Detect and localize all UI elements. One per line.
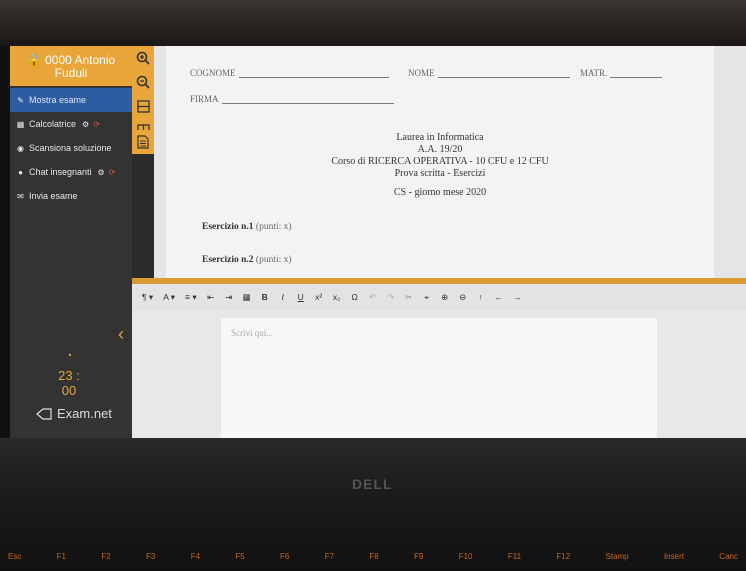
special-char-button[interactable]: Ω [351, 292, 359, 302]
sidebar-item-label: Invia esame [29, 191, 78, 201]
timer: 23 : 00 [58, 368, 80, 398]
sidebar-item-label: Chat insegnanti [29, 167, 92, 177]
firma-field: FIRMA [190, 94, 394, 104]
superscript-button[interactable]: x² [315, 292, 323, 302]
key-f6: F6 [280, 552, 290, 561]
editor-placeholder: Scrivi qui... [231, 328, 273, 338]
settings-icon[interactable]: ⚙ [82, 120, 89, 129]
clock-icon: ◔ [65, 350, 73, 362]
table-button[interactable]: ▦ [243, 292, 251, 303]
zoom-in-icon[interactable] [132, 46, 154, 70]
align-button[interactable]: ≡ ▾ [185, 292, 197, 303]
refresh-icon[interactable]: ⟳ [109, 168, 116, 177]
arrow-right-button[interactable]: → [513, 292, 522, 302]
exam-document: COGNOME NOME MATR. FIRMA Laurea in Infor… [166, 46, 714, 278]
function-key-row: Esc F1 F2 F3 F4 F5 F6 F7 F8 F9 F10 F11 F… [0, 552, 746, 561]
exercise-1: Esercizio n.1 (punti: x) [202, 222, 292, 232]
matr-field: MATR. [580, 68, 663, 78]
header-line: Prova scritta - Esercizi [394, 168, 486, 179]
indent-button[interactable]: ⇥ [225, 292, 233, 303]
undo-button[interactable]: ↶ [369, 292, 377, 303]
sidebar-item-chat[interactable]: ● Chat insegnanti ⚙ ⟳ [10, 160, 132, 184]
document-viewer: COGNOME NOME MATR. FIRMA Laurea in Infor… [154, 46, 746, 278]
key-f1: F1 [56, 552, 67, 561]
key-f12: F12 [556, 552, 571, 561]
redo-button[interactable]: ↷ [387, 292, 395, 303]
key-f10: F10 [458, 552, 473, 561]
cut-button[interactable]: ✂ [405, 292, 413, 303]
sidebar-item-label: Mostra esame [29, 95, 87, 105]
user-name: 0000 Antonio Fuduli [45, 53, 116, 80]
header-line: Laurea in Informatica [396, 132, 484, 143]
sidebar-item-calcolatrice[interactable]: ▦ Calcolatrice ⚙ ⟳ [10, 112, 132, 136]
key-f2: F2 [101, 552, 111, 561]
key-f8: F8 [369, 552, 379, 561]
zoom-in-editor-button[interactable]: ⊕ [441, 292, 449, 303]
sidebar-item-invia[interactable]: ✉ Invia esame [10, 184, 132, 208]
underline-button[interactable]: U [297, 292, 305, 302]
subscript-button[interactable]: x₂ [333, 292, 341, 302]
exercise-2: Esercizio n.2 (punti: x) [202, 255, 292, 265]
cognome-field: COGNOME [190, 68, 389, 78]
user-box: 🔒 0000 Antonio Fuduli [10, 46, 132, 86]
key-stamp: Stamp [605, 552, 629, 561]
refresh-icon[interactable]: ⟳ [93, 120, 100, 129]
font-button[interactable]: A ▾ [163, 292, 175, 303]
key-f7: F7 [324, 552, 335, 561]
key-f11: F11 [507, 552, 522, 561]
zoom-out-editor-button[interactable]: ⊖ [459, 292, 467, 303]
calculator-icon: ▦ [16, 119, 25, 129]
exam-date: CS - giorno mese 2020 [393, 187, 487, 198]
sidebar-item-label: Calcolatrice [29, 119, 77, 129]
key-esc: Esc [8, 552, 22, 561]
edit-icon: ✎ [17, 95, 24, 105]
key-f4: F4 [190, 552, 201, 561]
answer-editor[interactable]: Scrivi qui... [221, 318, 657, 438]
arrow-left-button[interactable]: ← [495, 292, 504, 302]
key-f9: F9 [414, 552, 424, 561]
camera-icon: ◉ [17, 143, 24, 153]
brand-name: Exam.net [57, 406, 112, 421]
header-line: A.A. 19/20 [417, 144, 463, 155]
screen: 🔒 0000 Antonio Fuduli ✎ Mostra esame ▦ C… [10, 46, 746, 438]
dell-logo: DELL [352, 476, 393, 492]
lock-icon: 🔒 [26, 53, 42, 67]
chat-icon: ● [18, 167, 23, 177]
key-f3: F3 [146, 552, 156, 561]
send-icon: ✉ [17, 191, 24, 201]
italic-button[interactable]: I [279, 292, 287, 302]
document-icon[interactable] [132, 130, 154, 154]
brand: Exam.net [35, 406, 112, 421]
exam-net-logo-icon [36, 407, 52, 420]
layout-horizontal-icon[interactable] [132, 94, 154, 118]
nome-field: NOME [408, 68, 570, 78]
bold-button[interactable]: B [261, 292, 269, 302]
paste-button[interactable]: ⌖ [423, 292, 431, 303]
editor-toolbar: ¶ ▾ A ▾ ≡ ▾ ⇤ ⇥ ▦ B I U x² x₂ Ω ↶ ↷ ✂ ⌖ … [132, 284, 746, 310]
collapse-chevron-icon[interactable]: ‹ [118, 324, 124, 345]
header-line: Corso di RICERCA OPERATIVA - 10 CFU e 12… [331, 156, 549, 167]
paragraph-format-button[interactable]: ¶ ▾ [142, 292, 153, 303]
settings-icon[interactable]: ⚙ [98, 168, 105, 177]
sidebar-item-mostra-esame[interactable]: ✎ Mostra esame [10, 88, 132, 112]
sidebar-item-label: Scansiona soluzione [29, 143, 112, 153]
arrow-up-button[interactable]: ↑ [477, 292, 485, 302]
key-insert: Insert [663, 552, 684, 561]
zoom-out-icon[interactable] [132, 70, 154, 94]
key-f5: F5 [235, 552, 245, 561]
laptop-bezel [0, 0, 746, 46]
sidebar: 🔒 0000 Antonio Fuduli ✎ Mostra esame ▦ C… [10, 46, 132, 438]
outdent-button[interactable]: ⇤ [207, 292, 215, 303]
sidebar-menu: ✎ Mostra esame ▦ Calcolatrice ⚙ ⟳ ◉ Scan… [10, 88, 132, 208]
key-canc: Canc [719, 552, 738, 561]
sidebar-item-scansiona[interactable]: ◉ Scansiona soluzione [10, 136, 132, 160]
